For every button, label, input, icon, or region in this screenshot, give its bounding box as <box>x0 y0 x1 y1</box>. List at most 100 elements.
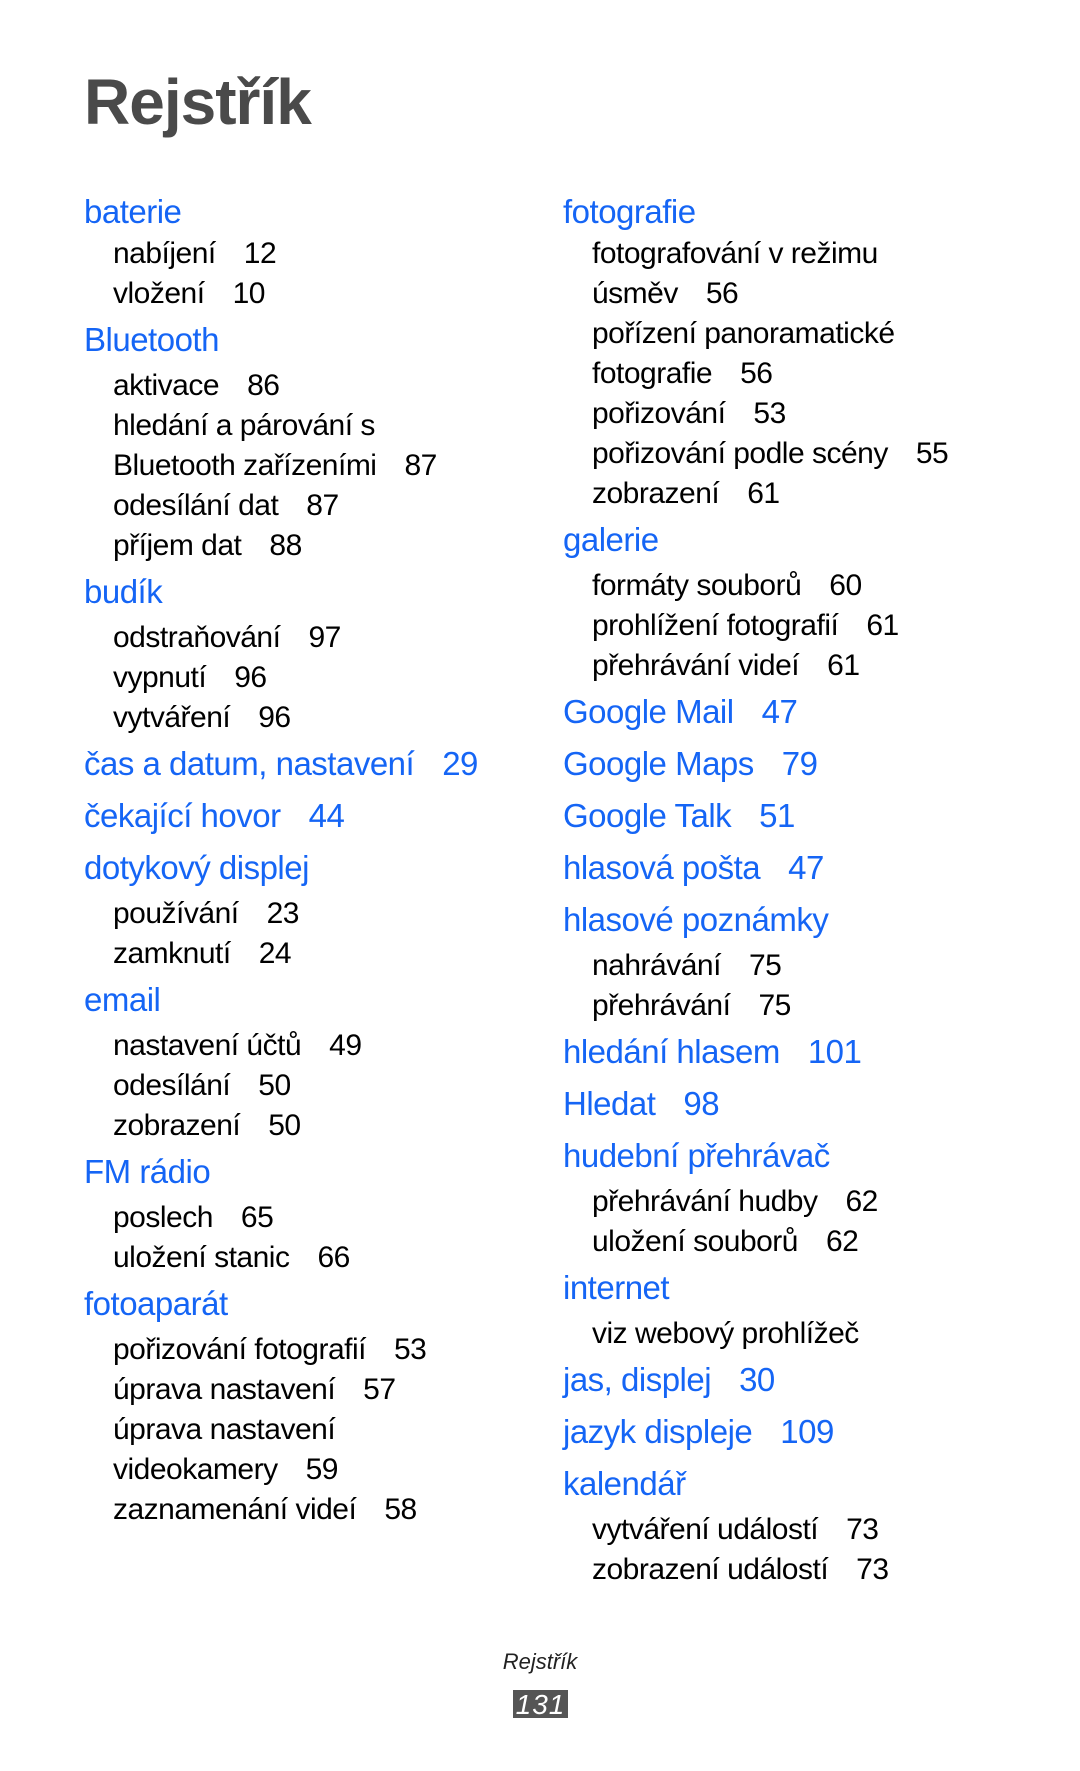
index-term[interactable]: dotykový displej <box>84 842 554 894</box>
index-term[interactable]: internet <box>563 1262 1033 1314</box>
index-subentry[interactable]: prohlížení fotografií 61 <box>563 606 1033 646</box>
index-subentry[interactable]: fotografie 56 <box>563 354 1033 394</box>
index-term[interactable]: galerie <box>563 514 1033 566</box>
page-reference[interactable]: 51 <box>759 797 795 834</box>
index-subentry[interactable]: zaznamenání videí 58 <box>84 1490 554 1530</box>
index-term[interactable]: Google Maps 79 <box>563 738 1033 790</box>
page-reference[interactable]: 55 <box>916 437 949 470</box>
index-subentry[interactable]: nahrávání 75 <box>563 946 1033 986</box>
page-reference[interactable]: 73 <box>846 1513 879 1546</box>
index-subentry[interactable]: vytváření událostí 73 <box>563 1510 1033 1550</box>
page-reference[interactable]: 66 <box>317 1241 350 1274</box>
index-term[interactable]: Hledat 98 <box>563 1078 1033 1130</box>
index-subentry[interactable]: nastavení účtů 49 <box>84 1026 554 1066</box>
page-reference[interactable]: 87 <box>404 449 437 482</box>
page-reference[interactable]: 50 <box>268 1109 301 1142</box>
page-reference[interactable]: 101 <box>808 1033 862 1070</box>
page-reference[interactable]: 73 <box>856 1553 889 1586</box>
index-subentry[interactable]: úprava nastavení 57 <box>84 1370 554 1410</box>
index-term[interactable]: FM rádio <box>84 1146 554 1198</box>
index-subentry[interactable]: uložení stanic 66 <box>84 1238 554 1278</box>
index-subentry[interactable]: pořizování podle scény 55 <box>563 434 1033 474</box>
index-term[interactable]: Bluetooth <box>84 314 554 366</box>
index-term[interactable]: Google Mail 47 <box>563 686 1033 738</box>
page-reference[interactable]: 58 <box>384 1493 417 1526</box>
page-reference[interactable]: 44 <box>309 797 345 834</box>
page-reference[interactable]: 10 <box>233 277 266 310</box>
index-term[interactable]: čas a datum, nastavení 29 <box>84 738 554 790</box>
index-subentry[interactable]: zobrazení 50 <box>84 1106 554 1146</box>
page-reference[interactable]: 47 <box>762 693 798 730</box>
index-subentry[interactable]: aktivace 86 <box>84 366 554 406</box>
page-reference[interactable]: 61 <box>747 477 780 510</box>
index-subentry[interactable]: přehrávání videí 61 <box>563 646 1033 686</box>
page-reference[interactable]: 12 <box>244 237 277 270</box>
index-subentry[interactable]: pořizování 53 <box>563 394 1033 434</box>
index-subentry[interactable]: odesílání dat 87 <box>84 486 554 526</box>
page-reference[interactable]: 109 <box>780 1413 834 1450</box>
page-reference[interactable]: 30 <box>739 1361 775 1398</box>
page-reference[interactable]: 97 <box>308 621 341 654</box>
index-subentry[interactable]: vložení 10 <box>84 274 554 314</box>
page-reference[interactable]: 57 <box>363 1373 396 1406</box>
index-term[interactable]: hlasová pošta 47 <box>563 842 1033 894</box>
index-term[interactable]: hlasové poznámky <box>563 894 1033 946</box>
index-subentry[interactable]: viz webový prohlížeč <box>563 1314 1033 1354</box>
index-subentry[interactable]: příjem dat 88 <box>84 526 554 566</box>
index-term[interactable]: čekající hovor 44 <box>84 790 554 842</box>
index-subentry[interactable]: přehrávání hudby 62 <box>563 1182 1033 1222</box>
index-subentry[interactable]: odesílání 50 <box>84 1066 554 1106</box>
index-subentry[interactable]: používání 23 <box>84 894 554 934</box>
index-term[interactable]: jazyk displeje 109 <box>563 1406 1033 1458</box>
page-reference[interactable]: 53 <box>753 397 786 430</box>
page-reference[interactable]: 88 <box>269 529 302 562</box>
index-term[interactable]: email <box>84 974 554 1026</box>
page-reference[interactable]: 79 <box>782 745 818 782</box>
page-reference[interactable]: 96 <box>234 661 267 694</box>
page-reference[interactable]: 96 <box>258 701 291 734</box>
index-subentry[interactable]: Bluetooth zařízeními 87 <box>84 446 554 486</box>
page-reference[interactable]: 24 <box>259 937 292 970</box>
index-subentry[interactable]: videokamery 59 <box>84 1450 554 1490</box>
page-reference[interactable]: 87 <box>306 489 339 522</box>
page-reference[interactable]: 62 <box>846 1185 879 1218</box>
index-term[interactable]: baterie <box>84 190 554 234</box>
index-subentry[interactable]: hledání a párování s <box>84 406 554 446</box>
index-subentry[interactable]: odstraňování 97 <box>84 618 554 658</box>
index-term[interactable]: budík <box>84 566 554 618</box>
index-subentry[interactable]: fotografování v režimu <box>563 234 1033 274</box>
page-reference[interactable]: 75 <box>749 949 782 982</box>
page-reference[interactable]: 29 <box>442 745 478 782</box>
index-subentry[interactable]: zobrazení událostí 73 <box>563 1550 1033 1590</box>
page-reference[interactable]: 53 <box>394 1333 427 1366</box>
page-reference[interactable]: 47 <box>788 849 824 886</box>
page-reference[interactable]: 75 <box>758 989 791 1022</box>
index-subentry[interactable]: uložení souborů 62 <box>563 1222 1033 1262</box>
page-reference[interactable]: 23 <box>267 897 300 930</box>
page-reference[interactable]: 50 <box>258 1069 291 1102</box>
index-subentry[interactable]: formáty souborů 60 <box>563 566 1033 606</box>
index-subentry[interactable]: zamknutí 24 <box>84 934 554 974</box>
index-subentry[interactable]: nabíjení 12 <box>84 234 554 274</box>
index-subentry[interactable]: vytváření 96 <box>84 698 554 738</box>
page-reference[interactable]: 61 <box>827 649 860 682</box>
index-subentry[interactable]: pořizování fotografií 53 <box>84 1330 554 1370</box>
index-term[interactable]: hledání hlasem 101 <box>563 1026 1033 1078</box>
index-subentry[interactable]: poslech 65 <box>84 1198 554 1238</box>
page-reference[interactable]: 65 <box>241 1201 274 1234</box>
index-subentry[interactable]: pořízení panoramatické <box>563 314 1033 354</box>
page-reference[interactable]: 62 <box>826 1225 859 1258</box>
page-reference[interactable]: 86 <box>247 369 280 402</box>
index-subentry[interactable]: zobrazení 61 <box>563 474 1033 514</box>
index-term[interactable]: hudební přehrávač <box>563 1130 1033 1182</box>
page-reference[interactable]: 56 <box>740 357 773 390</box>
page-reference[interactable]: 59 <box>306 1453 339 1486</box>
index-subentry[interactable]: úsměv 56 <box>563 274 1033 314</box>
index-term[interactable]: fotoaparát <box>84 1278 554 1330</box>
page-reference[interactable]: 60 <box>829 569 862 602</box>
index-subentry[interactable]: přehrávání 75 <box>563 986 1033 1026</box>
index-term[interactable]: fotografie <box>563 190 1033 234</box>
page-reference[interactable]: 61 <box>866 609 899 642</box>
page-reference[interactable]: 98 <box>683 1085 719 1122</box>
index-subentry[interactable]: úprava nastavení <box>84 1410 554 1450</box>
